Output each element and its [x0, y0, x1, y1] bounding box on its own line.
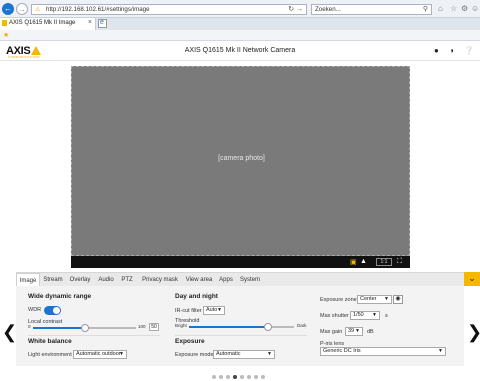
threshold-dark-label: Dark [297, 323, 307, 328]
ie-logo-icon: e [100, 19, 104, 26]
browser-tab[interactable]: AXIS Q1615 Mk II Image × [0, 18, 96, 30]
search-placeholder: Zoeken... [315, 6, 341, 13]
threshold-bright-label: Bright [175, 323, 187, 328]
wdr-label: WDR [28, 307, 42, 313]
video-controls: ▣ ▲ 1:1 ⛶ [71, 256, 410, 268]
chevron-down-icon: ▼ [372, 312, 377, 318]
local-contrast-max: 100 [138, 324, 146, 329]
browser-tabstrip: AXIS Q1615 Mk II Image × e [0, 18, 480, 30]
search-input[interactable]: Zoeken... ⚲ [311, 4, 432, 15]
pagination-dot[interactable] [212, 375, 216, 379]
threshold-slider[interactable] [189, 323, 294, 331]
piris-lens-select[interactable]: Generic DC Iris ▼ [320, 347, 446, 356]
snapshot-icon[interactable]: ▣ [350, 258, 357, 266]
tab-image[interactable]: Image [16, 273, 40, 287]
max-shutter-select[interactable]: 1/50 ▼ [350, 311, 380, 320]
pagination-dot[interactable] [261, 375, 265, 379]
pagination-dot[interactable] [247, 375, 251, 379]
address-bar[interactable]: ⚠ http://192.168.102.61/#settings/image … [31, 4, 307, 15]
local-contrast-slider[interactable] [33, 324, 136, 332]
pagination-dot[interactable] [226, 375, 230, 379]
pagination-dot[interactable] [219, 375, 223, 379]
home-icon[interactable]: ⌂ [438, 4, 443, 13]
local-contrast-label: Local contrast [28, 319, 63, 325]
local-contrast-min: 0 [28, 324, 31, 329]
axis-logo-subtitle: COMMUNICATIONS [8, 55, 40, 59]
max-gain-label: Max gain [320, 329, 343, 335]
local-contrast-value[interactable]: 50 [149, 323, 159, 331]
warning-icon: ⚠ [35, 7, 41, 13]
exposure-mode-select[interactable]: Automatic ▼ [213, 350, 275, 359]
local-contrast-fill [33, 327, 85, 329]
pagination-dot[interactable] [240, 375, 244, 379]
tab-view-area[interactable]: View area [184, 273, 214, 287]
divider [175, 335, 307, 336]
search-icon[interactable]: ⚲ [423, 5, 428, 13]
page-title: AXIS Q1615 Mk II Network Camera [184, 47, 296, 54]
settings-gear-icon[interactable]: ⚙ [461, 4, 468, 13]
carousel-next-icon[interactable]: ❯ [467, 322, 480, 343]
user-icon[interactable]: ● [434, 46, 439, 55]
chevron-down-icon: ▼ [119, 351, 124, 357]
tab-stream[interactable]: Stream [42, 273, 64, 287]
day-night-heading: Day and night [175, 293, 218, 300]
wdr-toggle[interactable] [44, 306, 61, 315]
back-button[interactable]: ← [2, 3, 14, 15]
tab-apps[interactable]: Apps [218, 273, 234, 287]
chevron-down-icon: ▼ [384, 296, 389, 302]
divider [28, 335, 160, 336]
browser-tab-title: AXIS Q1615 Mk II Image [9, 20, 76, 26]
favorites-folder-icon[interactable]: ★ [3, 31, 9, 39]
app-header: AXIS COMMUNICATIONS AXIS Q1615 Mk II Net… [0, 41, 480, 61]
light-environment-label: Light environment [28, 352, 72, 358]
tab-overlay[interactable]: Overlay [68, 273, 92, 287]
forward-button[interactable]: → [16, 3, 28, 15]
threshold-handle[interactable] [263, 323, 272, 331]
wdr-heading: Wide dynamic range [28, 293, 92, 300]
axis-favicon-icon [2, 20, 7, 26]
chevron-down-icon: ▼ [267, 351, 272, 357]
exposure-zone-select[interactable]: Center ▼ [357, 295, 392, 304]
ircut-filter-select[interactable]: Auto ▼ [203, 306, 225, 315]
browser-toolbar: ← → ⚠ http://192.168.102.61/#settings/im… [0, 0, 480, 18]
settings-tabs: Image Stream Overlay Audio PTZ Privacy m… [16, 272, 464, 287]
local-contrast-handle[interactable] [80, 324, 89, 332]
max-shutter-label: Max shutter [320, 313, 349, 319]
white-balance-heading: White balance [28, 338, 72, 345]
tab-ptz[interactable]: PTZ [120, 273, 134, 287]
max-gain-unit: dB [367, 329, 374, 335]
tab-system[interactable]: System [238, 273, 262, 287]
audio-icon[interactable]: ▲ [360, 258, 367, 265]
chevron-down-icon: ▼ [217, 307, 222, 313]
pagination-dot[interactable] [233, 375, 237, 379]
live-video-view[interactable]: [camera photo] ▣ ▲ 1:1 ⛶ [71, 66, 410, 268]
close-tab-icon[interactable]: × [88, 19, 92, 26]
help-icon[interactable]: ❔ [464, 46, 474, 55]
exposure-heading: Exposure [175, 338, 205, 345]
carousel-prev-icon[interactable]: ❮ [2, 322, 17, 343]
eye-icon[interactable]: ◉ [393, 295, 403, 304]
fullscreen-icon[interactable]: ⛶ [397, 258, 402, 266]
contrast-icon[interactable]: ◑ [449, 46, 454, 55]
exposure-mode-label: Exposure mode [175, 352, 214, 358]
zoom-ratio-button[interactable]: 1:1 [376, 258, 392, 266]
url-text: http://192.168.102.61/#settings/image [46, 6, 150, 13]
tab-privacy-mask[interactable]: Privacy mask [140, 273, 180, 287]
chevron-down-icon: ▼ [355, 328, 360, 334]
max-shutter-unit: s [385, 313, 388, 319]
video-image: [camera photo] [71, 66, 410, 256]
favorites-bar: ★ [0, 30, 480, 41]
light-environment-select[interactable]: Automatic outdoor ▼ [73, 350, 127, 359]
collapse-panel-button[interactable]: ⌄ [464, 272, 480, 286]
exposure-zone-label: Exposure zone [320, 297, 357, 303]
refresh-icon[interactable]: ↻ → [288, 5, 303, 13]
favorites-star-icon[interactable]: ☆ [450, 4, 457, 13]
tab-audio[interactable]: Audio [96, 273, 116, 287]
ircut-filter-label: IR-cut filter [175, 308, 202, 314]
max-gain-select[interactable]: 39 ▼ [345, 327, 363, 336]
feedback-icon[interactable]: ☺ [471, 4, 479, 13]
chevron-down-icon: ▼ [438, 348, 443, 354]
pagination-dot[interactable] [254, 375, 258, 379]
threshold-fill [189, 326, 268, 328]
